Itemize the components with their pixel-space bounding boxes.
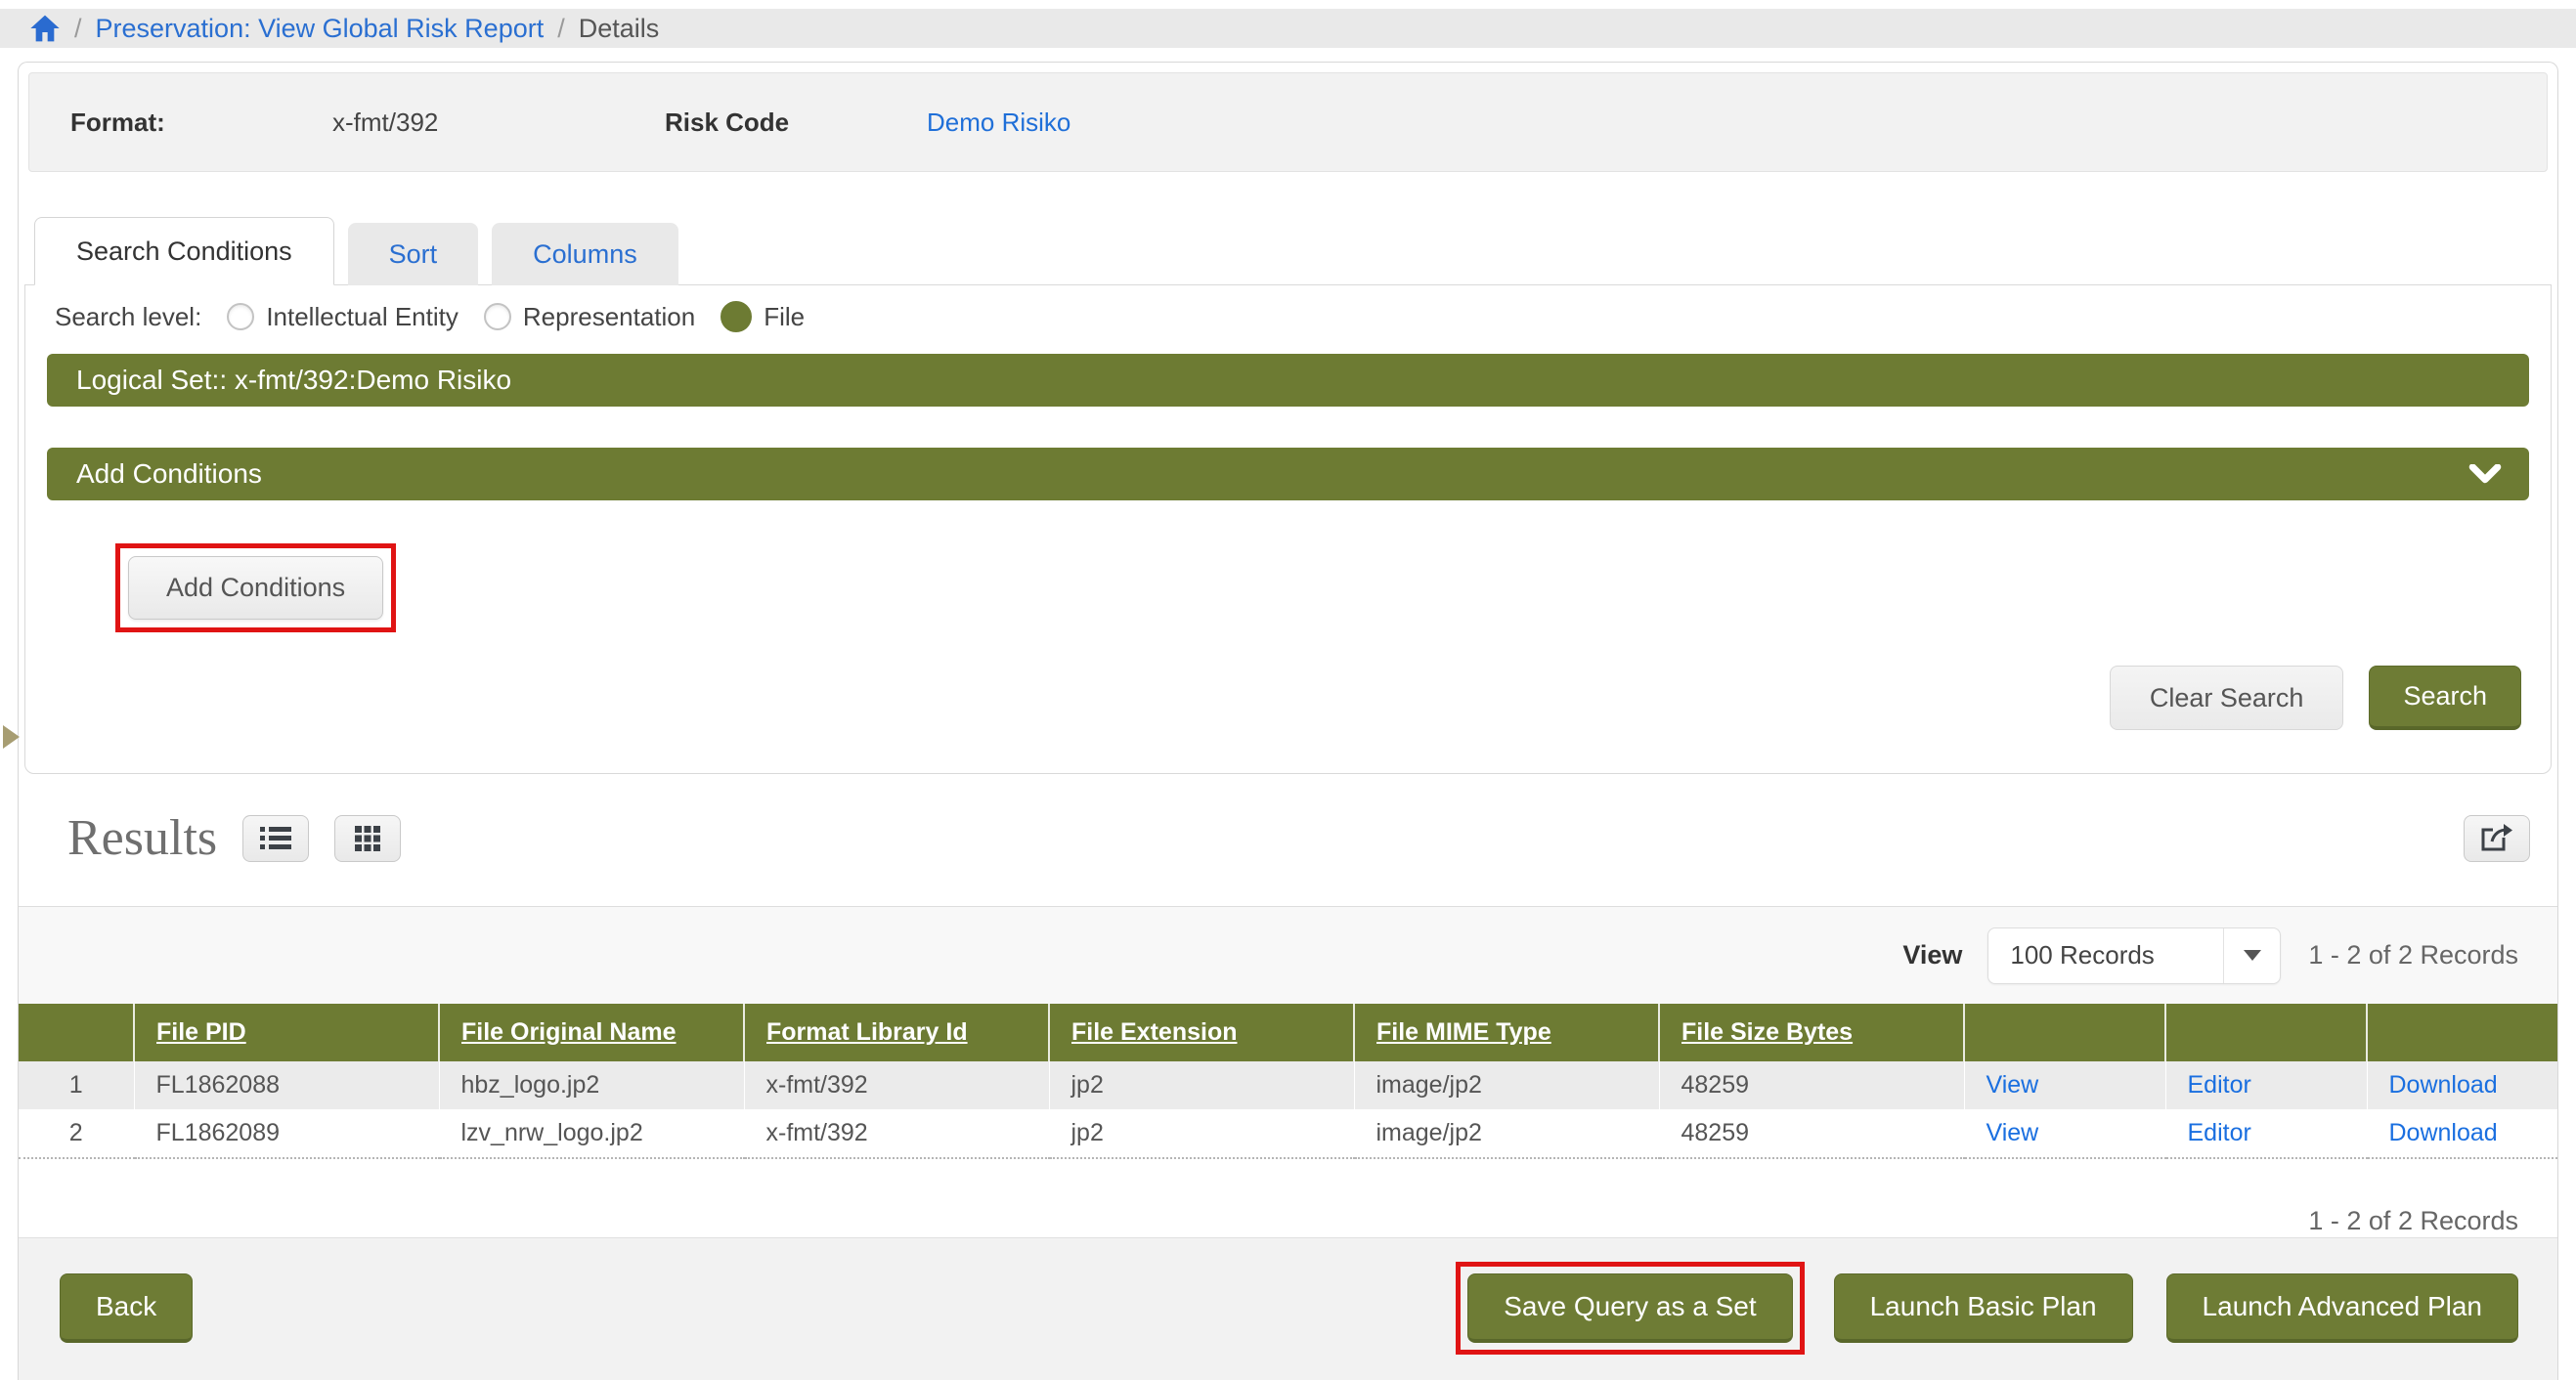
logical-set-bar: Logical Set:: x-fmt/392:Demo Risiko	[47, 354, 2529, 407]
cell-file-original-name: hbz_logo.jp2	[439, 1061, 744, 1109]
records-per-page-value: 100 Records	[1988, 940, 2223, 970]
annotation-highlight: Save Query as a Set	[1456, 1262, 1804, 1355]
breadcrumb: / Preservation: View Global Risk Report …	[0, 9, 2576, 48]
list-view-button[interactable]	[242, 815, 309, 862]
view-link[interactable]: View	[1987, 1119, 2039, 1146]
radio-representation[interactable]	[484, 303, 511, 330]
breadcrumb-current: Details	[579, 14, 660, 44]
home-icon[interactable]	[29, 14, 61, 43]
search-level-row: Search level: Intellectual Entity Repres…	[25, 285, 2551, 332]
results-header: Results	[19, 774, 2557, 906]
breadcrumb-link-report[interactable]: Preservation: View Global Risk Report	[96, 14, 545, 44]
row-number: 1	[19, 1061, 134, 1109]
add-conditions-section-bar[interactable]: Add Conditions	[47, 448, 2529, 500]
caret-down-icon[interactable]	[2223, 928, 2280, 983]
header-file-original-name[interactable]: File Original Name	[439, 1004, 744, 1061]
cell-file-mime-type: image/jp2	[1354, 1061, 1659, 1109]
collapse-handle-icon[interactable]	[3, 725, 20, 749]
header-file-mime-type[interactable]: File MIME Type	[1354, 1004, 1659, 1061]
format-info-box: Format: x-fmt/392 Risk Code Demo Risiko	[28, 72, 2548, 172]
clear-search-button[interactable]: Clear Search	[2110, 666, 2344, 730]
cell-file-extension: jp2	[1049, 1061, 1354, 1109]
header-file-extension[interactable]: File Extension	[1049, 1004, 1354, 1061]
footer-action-bar: Back Save Query as a Set Launch Basic Pl…	[19, 1237, 2557, 1380]
radio-label-file: File	[764, 302, 805, 332]
breadcrumb-separator: /	[557, 14, 565, 44]
header-file-size-bytes[interactable]: File Size Bytes	[1659, 1004, 1964, 1061]
tab-search-conditions[interactable]: Search Conditions	[34, 217, 334, 285]
list-view-icon	[259, 826, 292, 851]
download-link[interactable]: Download	[2389, 1071, 2498, 1099]
export-icon	[2480, 824, 2513, 853]
tabs: Search Conditions Sort Columns	[19, 217, 2557, 285]
records-count-top: 1 - 2 of 2 Records	[2308, 940, 2518, 970]
logical-set-label: Logical Set:: x-fmt/392:Demo Risiko	[76, 365, 511, 396]
risk-code-link[interactable]: Demo Risiko	[927, 108, 1070, 138]
download-link[interactable]: Download	[2389, 1119, 2498, 1146]
cell-file-pid: FL1862088	[134, 1061, 439, 1109]
breadcrumb-separator: /	[74, 14, 82, 44]
table-header-row: File PID File Original Name Format Libra…	[19, 1004, 2557, 1061]
header-download-actions	[2367, 1004, 2557, 1061]
results-table: File PID File Original Name Format Libra…	[19, 1004, 2557, 1159]
header-editor-actions	[2165, 1004, 2367, 1061]
add-conditions-button[interactable]: Add Conditions	[128, 556, 383, 620]
cell-format-library-id: x-fmt/392	[744, 1109, 1049, 1158]
cell-file-extension: jp2	[1049, 1109, 1354, 1158]
search-level-label: Search level:	[55, 302, 201, 332]
save-query-as-set-button[interactable]: Save Query as a Set	[1467, 1273, 1792, 1343]
row-number: 2	[19, 1109, 134, 1158]
header-file-pid[interactable]: File PID	[134, 1004, 439, 1061]
cell-file-size-bytes: 48259	[1659, 1061, 1964, 1109]
export-button[interactable]	[2464, 815, 2530, 862]
page: / Preservation: View Global Risk Report …	[0, 0, 2576, 1380]
radio-file[interactable]	[720, 301, 752, 332]
editor-link[interactable]: Editor	[2188, 1119, 2251, 1146]
results-title: Results	[67, 809, 217, 867]
table-row: 1 FL1862088 hbz_logo.jp2 x-fmt/392 jp2 i…	[19, 1061, 2557, 1109]
add-conditions-section-label: Add Conditions	[76, 458, 262, 490]
cell-file-size-bytes: 48259	[1659, 1109, 1964, 1158]
editor-link[interactable]: Editor	[2188, 1071, 2251, 1099]
table-row: 2 FL1862089 lzv_nrw_logo.jp2 x-fmt/392 j…	[19, 1109, 2557, 1158]
cell-format-library-id: x-fmt/392	[744, 1061, 1049, 1109]
radio-intellectual-entity[interactable]	[227, 303, 254, 330]
view-band: View 100 Records 1 - 2 of 2 Records	[19, 906, 2557, 1004]
radio-label-representation: Representation	[523, 302, 695, 332]
main-container: Format: x-fmt/392 Risk Code Demo Risiko …	[18, 62, 2558, 1380]
records-per-page-select[interactable]: 100 Records	[1987, 927, 2281, 984]
risk-code-label: Risk Code	[665, 108, 927, 138]
grid-view-button[interactable]	[334, 815, 401, 862]
view-label: View	[1902, 940, 1962, 970]
format-value: x-fmt/392	[332, 108, 665, 138]
tab-columns[interactable]: Columns	[492, 223, 678, 285]
header-view-actions	[1964, 1004, 2165, 1061]
search-conditions-panel: Search level: Intellectual Entity Repres…	[24, 284, 2552, 774]
header-row-number	[19, 1004, 134, 1061]
search-button[interactable]: Search	[2369, 666, 2521, 730]
header-format-library-id[interactable]: Format Library Id	[744, 1004, 1049, 1061]
cell-file-pid: FL1862089	[134, 1109, 439, 1158]
tab-sort[interactable]: Sort	[348, 223, 479, 285]
format-label: Format:	[70, 108, 332, 138]
launch-advanced-plan-button[interactable]: Launch Advanced Plan	[2166, 1273, 2518, 1343]
annotation-highlight: Add Conditions	[115, 543, 396, 632]
add-conditions-row: Add Conditions	[25, 500, 2551, 632]
radio-label-intellectual-entity: Intellectual Entity	[266, 302, 458, 332]
chevron-down-icon[interactable]	[2468, 464, 2502, 484]
cell-file-mime-type: image/jp2	[1354, 1109, 1659, 1158]
grid-view-icon	[354, 825, 381, 852]
launch-basic-plan-button[interactable]: Launch Basic Plan	[1834, 1273, 2133, 1343]
records-count-bottom: 1 - 2 of 2 Records	[19, 1159, 2557, 1236]
search-actions-row: Clear Search Search	[25, 632, 2551, 730]
cell-file-original-name: lzv_nrw_logo.jp2	[439, 1109, 744, 1158]
back-button[interactable]: Back	[60, 1273, 193, 1343]
view-link[interactable]: View	[1987, 1071, 2039, 1099]
